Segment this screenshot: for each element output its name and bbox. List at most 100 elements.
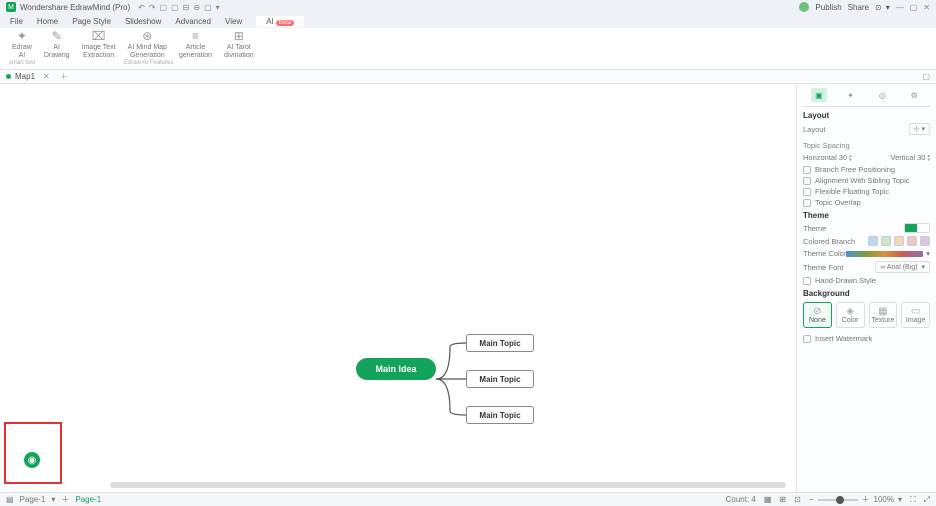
sp-tab-ai[interactable]: ✦ [843, 88, 859, 102]
sidepanel-tabs: ▣ ✦ ◎ ⚙ [803, 88, 930, 107]
check-watermark[interactable]: Insert Watermark [803, 334, 930, 343]
check-hand-drawn[interactable]: Hand-Drawn Style [803, 276, 930, 285]
swatch[interactable] [881, 236, 891, 246]
check-flexible[interactable]: Flexible Floating Topic [803, 187, 930, 196]
ribbon-group-smart: ✦EdrawAI smart tool [6, 30, 38, 67]
qa-dropdown-icon[interactable]: ▾ [216, 3, 220, 12]
page-tab[interactable]: Page-1 [20, 495, 46, 504]
zoom-in-button[interactable]: ＋ [862, 494, 870, 505]
doc-tab[interactable]: Map1 ✕ [6, 72, 50, 81]
node-topic[interactable]: Main Topic [466, 406, 534, 424]
redo-icon[interactable]: ↷ [149, 3, 156, 12]
count-label: Count: 4 [726, 495, 756, 504]
user-avatar[interactable] [799, 2, 809, 12]
tab-indicator-icon [6, 74, 11, 79]
horizontal-scrollbar[interactable] [110, 482, 786, 488]
publish-button[interactable]: Publish [815, 3, 841, 12]
menu-ai[interactable]: AIBeta [256, 16, 304, 27]
swatch[interactable] [920, 236, 930, 246]
theme-color-bar[interactable] [846, 251, 923, 257]
swatch[interactable] [907, 236, 917, 246]
chevron-down-icon[interactable]: ▾ [926, 249, 930, 258]
more-icon[interactable]: ⊙ [875, 3, 882, 12]
zoom-out-button[interactable]: − [809, 495, 814, 504]
horizontal-value[interactable]: 30 [839, 153, 847, 162]
qa-icon[interactable]: ▢ [160, 3, 168, 12]
title-bar: M Wondershare EdrawMind (Pro) ↶ ↷ ▢ ▢ ⊟ … [0, 0, 936, 14]
ribbon-article-gen[interactable]: ≡Articlegeneration [173, 30, 218, 60]
sp-tab-settings[interactable]: ⚙ [906, 88, 922, 102]
menu-advanced[interactable]: Advanced [175, 17, 211, 26]
sp-tab-style[interactable]: ▣ [811, 88, 827, 102]
chevron-down-icon[interactable]: ▾ [886, 3, 890, 12]
view-icon[interactable]: ⊞ [779, 495, 786, 504]
bg-color[interactable]: ◈Color [836, 302, 865, 328]
close-button[interactable]: ✕ [923, 3, 930, 12]
sparkle-icon: ✦ [17, 30, 27, 43]
checkbox-icon [803, 188, 811, 196]
add-page-button[interactable]: ＋ [61, 494, 69, 505]
outline-icon[interactable]: ▤ [6, 495, 14, 504]
check-branch-free[interactable]: Branch Free Positioning [803, 165, 930, 174]
slider-thumb[interactable] [836, 496, 844, 504]
qa-icon[interactable]: ⊟ [183, 3, 190, 12]
check-overlap[interactable]: Topic Overlap [803, 198, 930, 207]
panel-toggle-icon[interactable]: ▢ [922, 72, 930, 81]
page-dropdown-icon[interactable]: ▾ [51, 495, 55, 504]
ribbon-image-text[interactable]: ⌧Image TextExtraction [76, 30, 122, 60]
menu-view[interactable]: View [225, 17, 242, 26]
ribbon-edraw-ai[interactable]: ✦EdrawAI [6, 30, 38, 60]
bg-none[interactable]: ⊘None [803, 302, 832, 328]
chevron-down-icon[interactable]: ▾ [898, 495, 902, 504]
menu-bar: File Home Page Style Slideshow Advanced … [0, 14, 936, 28]
ribbon-tarot[interactable]: ⊞AI Tarotdivination [218, 30, 260, 60]
view-icon[interactable]: ⊡ [794, 495, 801, 504]
vertical-value[interactable]: 30 [917, 153, 925, 162]
ribbon-group-features: ✎AIDrawing ⌧Image TextExtraction ⊛AI Min… [38, 30, 260, 67]
sp-tab-target[interactable]: ◎ [874, 88, 890, 102]
fullscreen-icon[interactable]: ⤢ [924, 495, 930, 505]
menu-file[interactable]: File [10, 17, 23, 26]
menu-home[interactable]: Home [37, 17, 58, 26]
node-topic[interactable]: Main Topic [466, 370, 534, 388]
qa-icon[interactable]: ⊖ [193, 3, 200, 12]
bg-texture[interactable]: ▦Texture [869, 302, 898, 328]
swatch[interactable] [868, 236, 878, 246]
layout-selector[interactable]: ⊹ ▾ [909, 123, 930, 135]
ribbon-ai-drawing[interactable]: ✎AIDrawing [38, 30, 76, 60]
menu-page-style[interactable]: Page Style [72, 17, 111, 26]
theme-font-selector[interactable]: ∞ Arial (Big) ▾ [875, 261, 930, 273]
zoom-controls: − ＋ 100% ▾ [809, 494, 902, 505]
ribbon: ✦EdrawAI smart tool ✎AIDrawing ⌧Image Te… [0, 28, 936, 70]
node-main-idea[interactable]: Main Idea [356, 358, 436, 380]
minimize-button[interactable]: — [896, 3, 904, 12]
layout-label: Layout [803, 125, 826, 134]
fit-icon[interactable]: ⛶ [910, 495, 916, 505]
view-icon[interactable]: ▦ [764, 495, 772, 504]
zoom-slider[interactable] [818, 499, 858, 501]
theme-selector[interactable] [904, 223, 930, 233]
share-button[interactable]: Share [848, 3, 869, 12]
qa-icon[interactable]: ▢ [171, 3, 179, 12]
vertical-label: Vertical [891, 153, 916, 162]
ai-chat-button[interactable]: ◉ [24, 452, 40, 468]
main-area: Main Idea Main Topic Main Topic Main Top… [0, 84, 936, 492]
ribbon-mindmap-gen[interactable]: ⊛AI Mind MapGeneration [122, 30, 173, 60]
v-stepper[interactable]: ▴▾ [927, 154, 930, 162]
qa-icon[interactable]: ▢ [204, 3, 212, 12]
add-tab-button[interactable]: ＋ [60, 71, 68, 82]
ribbon-group-label: smart tool [9, 60, 35, 66]
side-panel: ▣ ✦ ◎ ⚙ Layout Layout ⊹ ▾ Topic Spacing … [796, 84, 936, 492]
check-alignment[interactable]: Alignment With Sibling Topic [803, 176, 930, 185]
node-topic[interactable]: Main Topic [466, 334, 534, 352]
menu-slideshow[interactable]: Slideshow [125, 17, 161, 26]
undo-icon[interactable]: ↶ [138, 3, 145, 12]
zoom-value: 100% [874, 495, 894, 504]
swatch[interactable] [894, 236, 904, 246]
canvas[interactable]: Main Idea Main Topic Main Topic Main Top… [0, 84, 796, 492]
maximize-button[interactable]: ▢ [910, 3, 918, 12]
bg-image[interactable]: ▭Image [901, 302, 930, 328]
h-stepper[interactable]: ▴▾ [849, 154, 852, 162]
spacing-label: Topic Spacing [803, 141, 930, 150]
close-tab-icon[interactable]: ✕ [43, 72, 50, 81]
